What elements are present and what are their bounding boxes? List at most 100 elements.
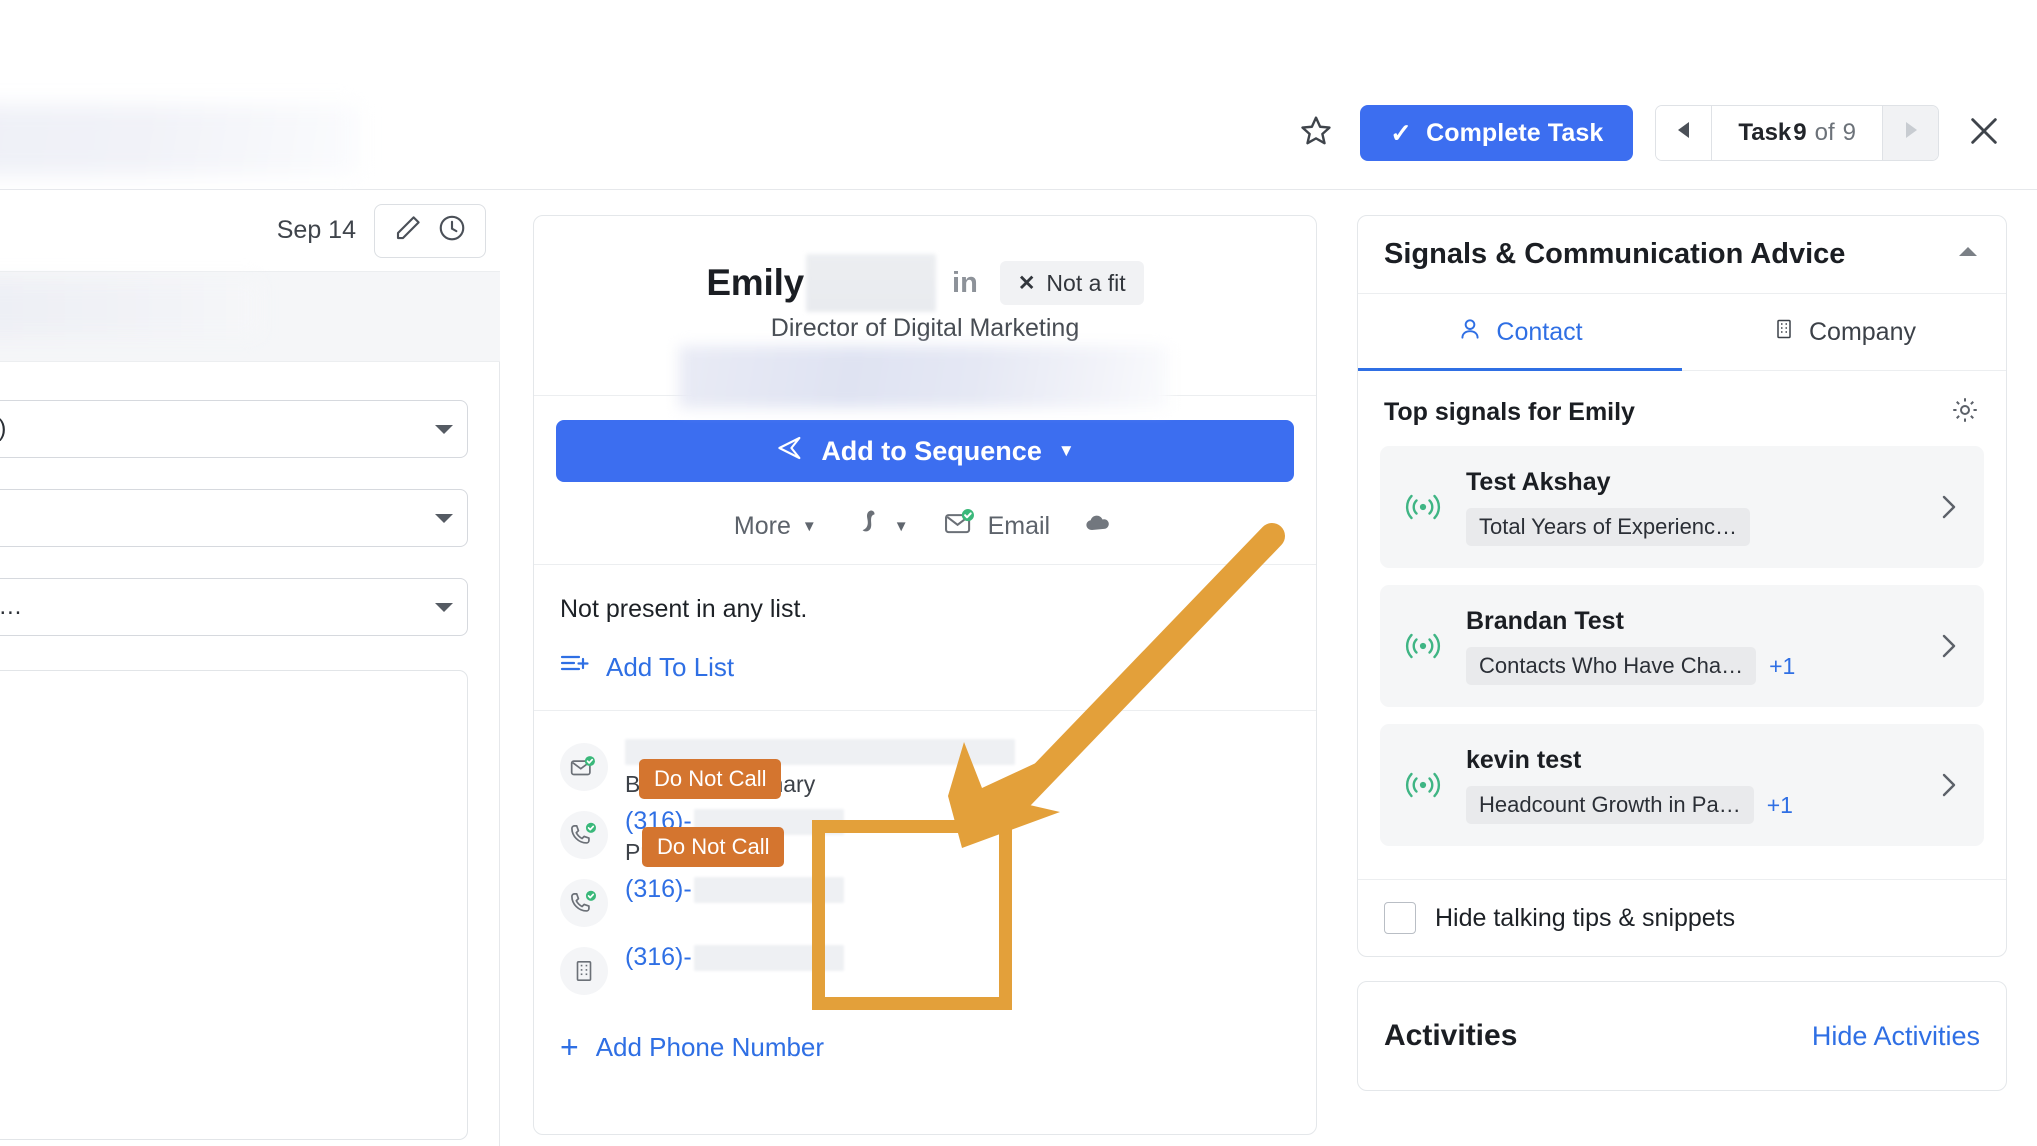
- task-current: 9: [1793, 119, 1807, 146]
- add-phone-number-label: Add Phone Number: [595, 1031, 825, 1062]
- not-a-fit-button[interactable]: ✕ Not a fit: [999, 261, 1144, 305]
- tab-contact[interactable]: Contact: [1358, 294, 1682, 371]
- complete-task-button[interactable]: ✓ Complete Task: [1360, 105, 1634, 161]
- email-action-button[interactable]: Email: [943, 508, 1051, 545]
- triangle-left-icon: [1676, 120, 1692, 146]
- contact-row-phone-2[interactable]: (316)-: [560, 873, 1290, 937]
- chevron-right-icon[interactable]: [1934, 631, 1964, 661]
- gear-icon[interactable]: [1950, 395, 1980, 430]
- signal-tag-row: Headcount Growth in Pa… +1: [1466, 786, 1914, 824]
- contact-row-phone-2-body: (316)-: [625, 873, 1290, 904]
- signal-item-body: Brandan Test Contacts Who Have Cha… +1: [1466, 607, 1914, 685]
- signal-extra-count[interactable]: +1: [1769, 653, 1795, 680]
- signals-panel-card: Signals & Communication Advice Contact C…: [1357, 215, 2007, 957]
- cloud-action-button[interactable]: [1084, 511, 1116, 542]
- signal-item[interactable]: Brandan Test Contacts Who Have Cha… +1: [1380, 585, 1984, 707]
- phone-verified-circle-icon: [560, 879, 608, 927]
- tab-company-label: Company: [1809, 317, 1916, 346]
- complete-task-label: Complete Task: [1426, 118, 1604, 147]
- redacted-sidebar-band: [0, 272, 500, 362]
- list-add-icon: [560, 651, 590, 684]
- add-to-sequence-label: Add to Sequence: [821, 435, 1042, 466]
- phone-2-prefix[interactable]: (316)-: [625, 875, 692, 904]
- chevron-right-icon[interactable]: [1934, 770, 1964, 800]
- sidebar-select-1-value: u): [0, 415, 421, 443]
- contact-hero: Emily in ✕ Not a fit Director of Digital…: [534, 216, 1316, 408]
- clock-icon[interactable]: [437, 213, 467, 248]
- sidebar-select-2[interactable]: [0, 489, 468, 547]
- caret-down-icon: ▼: [801, 517, 817, 535]
- signal-item[interactable]: kevin test Headcount Growth in Pa… +1: [1380, 724, 1984, 846]
- hide-talking-tips-checkbox[interactable]: [1384, 902, 1416, 934]
- task-prefix: Task: [1738, 119, 1792, 146]
- redacted-header-region: [0, 105, 360, 175]
- redacted-company-banner: [679, 346, 1169, 408]
- signals-tabs: Contact Company: [1358, 294, 2006, 371]
- next-task-button[interactable]: [1882, 106, 1938, 160]
- task-date-label: Sep 14: [276, 216, 356, 244]
- signal-tag-row: Contacts Who Have Cha… +1: [1466, 647, 1914, 685]
- add-to-list-label: Add To List: [606, 652, 735, 682]
- salesforce-action-button[interactable]: ▼: [851, 507, 909, 546]
- signal-extra-count[interactable]: +1: [1767, 792, 1793, 819]
- list-status-text: Not present in any list.: [560, 595, 808, 623]
- sidebar-select-3-value: n…: [0, 593, 23, 620]
- signal-tag: Headcount Growth in Pa…: [1466, 786, 1754, 824]
- sidebar-note-card: [0, 670, 468, 1140]
- chevron-right-icon[interactable]: [1934, 492, 1964, 522]
- caret-down-icon: ▼: [1057, 441, 1075, 460]
- person-icon: [1457, 316, 1483, 349]
- caret-down-icon: [421, 422, 467, 436]
- signal-item-body: kevin test Headcount Growth in Pa… +1: [1466, 746, 1914, 824]
- contact-job-title: Director of Digital Marketing: [770, 314, 1080, 342]
- contact-methods-section: Business·Primary (316)-: [534, 711, 1316, 1005]
- more-label: More: [733, 511, 791, 540]
- more-actions-button[interactable]: More ▼: [734, 512, 817, 541]
- hide-activities-link[interactable]: Hide Activities: [1812, 1021, 1980, 1052]
- previous-task-button[interactable]: [1656, 106, 1713, 160]
- broadcast-icon: [1400, 490, 1446, 524]
- tab-company[interactable]: Company: [1682, 294, 2006, 370]
- signal-name: Brandan Test: [1466, 607, 1624, 635]
- signal-tag-row: Total Years of Experienc…: [1466, 508, 1914, 546]
- task-date-row: Sep 14: [0, 190, 500, 272]
- building-circle-icon: [560, 947, 608, 995]
- cloud-icon: [1084, 511, 1116, 542]
- phone-3-prefix[interactable]: (316)-: [625, 943, 692, 972]
- broadcast-icon: [1400, 768, 1446, 802]
- contact-first-name: Emily: [706, 262, 805, 303]
- contact-detail-card: Emily in ✕ Not a fit Director of Digital…: [533, 215, 1317, 1135]
- signal-item-body: Test Akshay Total Years of Experienc…: [1466, 468, 1914, 546]
- favorite-star-button[interactable]: [1294, 111, 1338, 155]
- task-of: of: [1814, 119, 1835, 146]
- contact-row-phone-3[interactable]: (316)-: [560, 941, 1290, 1005]
- left-sidebar: Sep 14 u): [0, 190, 500, 1146]
- email-label: Email: [987, 511, 1051, 540]
- add-to-sequence-button[interactable]: Add to Sequence ▼: [556, 420, 1294, 482]
- hide-talking-tips-row[interactable]: Hide talking tips & snippets: [1358, 879, 2006, 956]
- redacted-block: [0, 280, 260, 336]
- sidebar-select-1[interactable]: u): [0, 400, 468, 458]
- header-actions: ✓ Complete Task Task 9 of 9: [1294, 105, 2007, 161]
- add-phone-number-button[interactable]: + Add Phone Number: [534, 1009, 1316, 1063]
- do-not-call-badge-phone-2: Do Not Call: [642, 827, 785, 867]
- redacted-phone-3: [693, 944, 844, 971]
- edit-schedule-button-group[interactable]: [374, 203, 486, 258]
- signal-name: Test Akshay: [1466, 468, 1611, 496]
- signal-tag: Contacts Who Have Cha…: [1466, 647, 1757, 685]
- signals-panel-header[interactable]: Signals & Communication Advice: [1358, 216, 2006, 294]
- pencil-icon[interactable]: [393, 213, 423, 248]
- close-panel-button[interactable]: [1961, 110, 2007, 156]
- sidebar-select-3[interactable]: n…: [0, 578, 468, 636]
- add-to-list-button[interactable]: Add To List: [560, 651, 1290, 684]
- linkedin-icon[interactable]: in: [952, 267, 978, 300]
- signals-panel-title: Signals & Communication Advice: [1384, 238, 1846, 270]
- triangle-right-icon: [1903, 120, 1919, 146]
- caret-down-icon: ▼: [893, 517, 909, 535]
- signals-list: Test Akshay Total Years of Experienc… Br…: [1358, 446, 2006, 879]
- top-header-bar: ✓ Complete Task Task 9 of 9: [0, 0, 2037, 190]
- activities-card: Activities Hide Activities: [1357, 981, 2007, 1091]
- contact-actions: Add to Sequence ▼ More ▼ ▼ Email: [534, 396, 1316, 564]
- triangle-up-icon[interactable]: [1956, 244, 1980, 265]
- signal-item[interactable]: Test Akshay Total Years of Experienc…: [1380, 446, 1984, 568]
